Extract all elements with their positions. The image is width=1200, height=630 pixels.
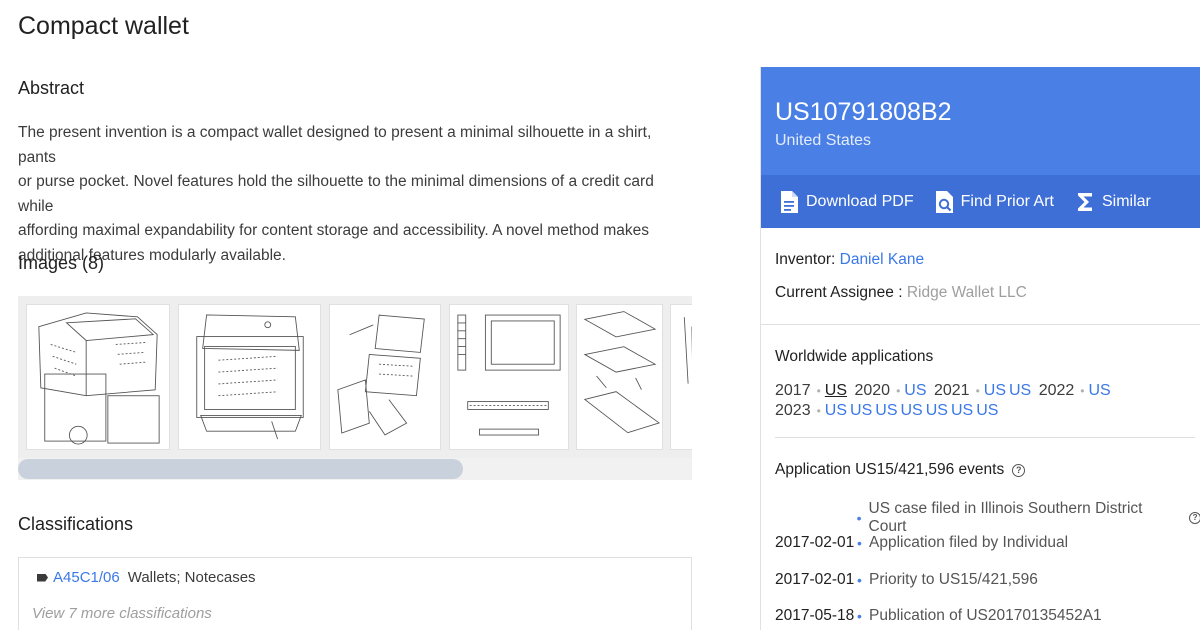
country-application-link[interactable]: US: [904, 382, 926, 399]
inventor-line: Inventor: Daniel Kane: [775, 251, 924, 269]
wallet-drawing-image: [38, 312, 160, 445]
event-date: 2017-02-01: [775, 534, 855, 551]
bullet-icon: •: [857, 535, 862, 551]
bullet-icon: •: [1080, 384, 1085, 398]
worldwide-applications-heading: Worldwide applications: [775, 348, 934, 365]
country-application-link[interactable]: US: [984, 382, 1006, 399]
patent-drawing-thumbnail[interactable]: [670, 304, 692, 450]
country-application-link[interactable]: US: [976, 402, 998, 419]
left-column: Abstract The present invention is a comp…: [0, 0, 760, 630]
patent-drawing-thumbnail[interactable]: [449, 304, 569, 450]
country-application-link[interactable]: US: [825, 402, 847, 419]
images-heading: Images (8): [18, 253, 105, 273]
event-row: 2017-05-18 • Publication of US2017013545…: [775, 607, 1200, 625]
country-application-link[interactable]: US: [850, 402, 872, 419]
event-date: 2017-05-18: [775, 607, 855, 624]
application-year: 2022: [1038, 382, 1075, 399]
download-pdf-label: Download PDF: [806, 192, 914, 210]
country-application-link[interactable]: US: [825, 382, 847, 399]
bullet-icon: •: [816, 404, 821, 418]
patent-drawing-thumbnail[interactable]: [26, 304, 170, 450]
inventor-label: Inventor:: [775, 251, 836, 268]
country-application-link[interactable]: US: [901, 402, 923, 419]
patent-drawing-thumbnail[interactable]: [329, 304, 441, 450]
bullet-icon: •: [896, 384, 901, 398]
country-application-link[interactable]: US: [951, 402, 973, 419]
classification-code-link[interactable]: A45C1/06: [53, 569, 120, 586]
help-icon[interactable]: ?: [1012, 463, 1026, 477]
abstract-line: affording maximal expandability for cont…: [18, 222, 649, 239]
classification-description: Wallets; Notecases: [127, 569, 256, 586]
application-year: 2020: [854, 382, 891, 399]
patent-drawing-thumbnail[interactable]: [576, 304, 663, 450]
assignee-value: Ridge Wallet LLC: [906, 284, 1027, 301]
event-text: Publication of US20170135452A1: [869, 607, 1102, 624]
abstract-text: The present invention is a compact walle…: [18, 121, 678, 268]
worldwide-applications-list: 2017 • US 2020 • US 2021 • US US 2022 • US 2023 • U…: [775, 381, 1195, 421]
view-more-classifications-link[interactable]: View 7 more classifications: [32, 605, 212, 622]
download-pdf-button[interactable]: Download PDF: [779, 190, 914, 214]
wallet-drawing-image: [583, 311, 661, 434]
patent-header-panel: US10791808B2 United States Download PDF: [761, 67, 1200, 228]
similar-button[interactable]: Similar: [1075, 191, 1151, 213]
wallet-drawing-image: [683, 317, 692, 384]
events-heading: Application US15/421,596 events ?: [775, 461, 1026, 479]
abstract-heading: Abstract: [18, 78, 85, 98]
find-prior-art-button[interactable]: Find Prior Art: [934, 190, 1054, 214]
classifications-heading: Classifications: [18, 514, 134, 534]
help-icon[interactable]: ?: [1189, 512, 1200, 524]
wallet-drawing-image: [337, 314, 425, 436]
tag-icon: [37, 573, 48, 582]
bullet-icon: •: [856, 510, 862, 526]
sigma-icon: [1077, 192, 1092, 211]
country-application-link[interactable]: US: [926, 402, 948, 419]
application-year: 2023: [775, 402, 811, 419]
patent-action-bar: Download PDF Find Prior Art Similar: [761, 175, 1200, 228]
bullet-icon: •: [816, 384, 821, 398]
event-row: 2017-02-01 • Application filed by Indivi…: [775, 534, 1200, 552]
section-divider: [761, 324, 1200, 325]
find-prior-art-label: Find Prior Art: [960, 192, 1054, 210]
application-year: 2017: [775, 382, 811, 399]
search-document-icon: [935, 190, 953, 213]
wallet-drawing-image: [196, 314, 304, 440]
event-text: US case filed in Illinois Southern Distr…: [868, 500, 1143, 535]
pdf-icon: [781, 190, 798, 213]
abstract-line: or purse pocket. Novel features hold the…: [18, 173, 654, 215]
assignee-line: Current Assignee : Ridge Wallet LLC: [775, 284, 1027, 302]
inventor-link[interactable]: Daniel Kane: [840, 251, 924, 268]
section-divider: [775, 437, 1195, 438]
abstract-line: additional features modularly available.: [18, 246, 286, 264]
events-heading-text: Application US15/421,596 events: [775, 461, 1005, 478]
event-text: Application filed by Individual: [869, 534, 1069, 551]
patent-number: US10791808B2: [775, 98, 952, 126]
application-year: 2021: [933, 382, 970, 399]
wallet-drawing-image: [457, 314, 561, 436]
patent-country: United States: [775, 132, 872, 149]
event-date: 2017-02-01: [775, 571, 855, 588]
bullet-icon: •: [857, 572, 862, 588]
right-column: US10791808B2 United States Download PDF: [760, 67, 1200, 630]
classification-row: A45C1/06 Wallets; Notecases: [37, 569, 256, 586]
country-application-link[interactable]: US: [1088, 382, 1110, 399]
abstract-line: The present invention is a compact walle…: [18, 124, 652, 166]
bullet-icon: •: [975, 384, 980, 398]
assignee-label: Current Assignee :: [775, 284, 903, 301]
event-row: 2017-02-01 • Priority to US15/421,596: [775, 571, 1200, 589]
event-text: Priority to US15/421,596: [869, 571, 1038, 588]
patent-drawing-thumbnail[interactable]: [178, 304, 321, 450]
country-application-link[interactable]: US: [1009, 382, 1031, 399]
images-carousel: [18, 296, 692, 480]
country-application-link[interactable]: US: [875, 402, 897, 419]
carousel-scrollbar-thumb[interactable]: [18, 459, 463, 479]
bullet-icon: •: [857, 608, 862, 624]
similar-label: Similar: [1101, 192, 1151, 210]
event-row: • US case filed in Illinois Southern Dis…: [775, 500, 1200, 536]
classifications-box: A45C1/06 Wallets; Notecases View 7 more …: [18, 557, 692, 630]
